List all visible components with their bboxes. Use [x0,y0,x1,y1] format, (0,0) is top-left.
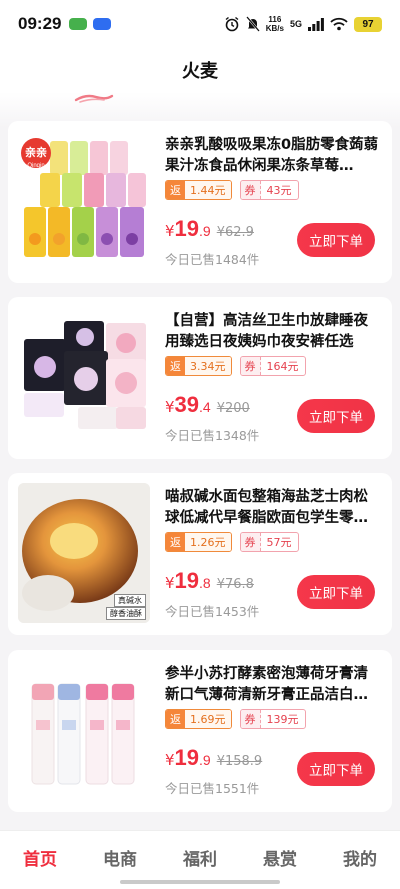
original-price: ¥158.9 [216,754,263,769]
product-card[interactable]: 亲亲 Qinqin 亲亲乳酸吸吸果冻0脂肪零食蒟蒻果汁冻食品休闲果冻条草莓… 返… [8,121,392,283]
signal-type: 5G [289,18,302,29]
status-time: 09:29 [18,14,62,33]
buy-now-button[interactable]: 立即下单 [297,223,375,257]
rebate-badge: 返 1.69元 [165,709,232,729]
status-indicators: 116 KB/s 5G 97 [224,15,382,33]
decorative-scribble [74,94,114,103]
tab-mine[interactable]: 我的 [343,845,377,889]
original-price: ¥62.9 [216,225,254,240]
product-title[interactable]: 亲亲乳酸吸吸果冻0脂肪零食蒟蒻果汁冻食品休闲果冻条草莓… [165,135,381,177]
price: ¥ 19 .8 ¥76.8 [165,568,254,593]
original-price: ¥76.8 [216,577,254,592]
wifi-icon [330,17,348,31]
coupon-badge: 券 139元 [239,709,306,729]
tab-home[interactable]: 首页 [23,845,57,889]
header: 火麦 [0,48,400,92]
product-card[interactable]: 参半小苏打酵素密泡薄荷牙膏清新口气薄荷清新牙膏正品洁白… 返 1.69元 券 139… [8,650,392,812]
product-tags: 返 1.44元 券 43元 [165,180,299,200]
price: ¥ 19 .9 ¥158.9 [165,745,263,770]
product-title[interactable]: 参半小苏打酵素密泡薄荷牙膏清新口气薄荷清新牙膏正品洁白… [165,664,381,706]
product-image-pads[interactable] [18,307,150,447]
battery-indicator: 97 [354,16,382,32]
coupon-badge: 券 57元 [239,532,299,552]
brand-logo-sub: Qinqin [27,163,44,169]
sold-count: 今日已售1551件 [165,781,260,796]
buy-now-button[interactable]: 立即下单 [297,575,375,609]
cellular-signal-icon [308,17,324,31]
image-label-alkaline: 真碱水 [114,594,146,607]
alarm-icon [225,16,239,32]
product-image-toothpaste[interactable] [18,660,150,800]
wechat-notification-icon [69,18,88,30]
product-card[interactable]: 【自营】高洁丝卫生巾放肆睡夜用臻选日夜姨妈巾夜安裤任选 返 3.34元 券 164元… [8,297,392,459]
buy-now-button[interactable]: 立即下单 [297,399,375,433]
coupon-badge: 券 43元 [239,180,299,200]
product-tags: 返 3.34元 券 164元 [165,356,306,376]
net-speed: 116 KB/s [265,15,284,33]
price: ¥ 19 .9 ¥62.9 [165,216,254,241]
brand-logo-text: 亲亲 [25,145,47,159]
product-image-bread[interactable]: 真碱水 醇香油酥 [18,483,150,623]
product-card[interactable]: 真碱水 醇香油酥 喵叔碱水面包整箱海盐芝士肉松球低减代早餐脂欧面包学生零… 返1… [8,473,392,635]
product-title[interactable]: 喵叔碱水面包整箱海盐芝士肉松球低减代早餐脂欧面包学生零… [165,487,381,529]
jelly-pouches-image: 亲亲 Qinqin [18,131,150,271]
coupon-badge: 券 164元 [239,356,306,376]
page-title: 火麦 [182,61,218,82]
rebate-badge: 返 1.26元 [165,532,232,552]
sold-count: 今日已售1348件 [165,428,260,443]
original-price: ¥200 [216,401,250,416]
app-notification-icon [93,18,112,30]
rebate-badge: 返 1.44元 [165,180,232,200]
product-title[interactable]: 【自营】高洁丝卫生巾放肆睡夜用臻选日夜姨妈巾夜安裤任选 [165,311,381,353]
status-bar: 09:29 116 KB/s 5G 97 [0,0,400,48]
toothpaste-tubes-image [18,660,150,800]
product-tags: 返 1.69元 券 139元 [165,709,306,729]
product-tags: 返 1.26元 券 57元 [165,532,299,552]
sanitary-pads-image [18,307,150,447]
rebate-badge: 返 3.34元 [165,356,232,376]
sold-count: 今日已售1453件 [165,604,260,619]
product-image-jelly[interactable]: 亲亲 Qinqin [18,131,150,271]
home-indicator[interactable] [120,880,280,884]
sold-count: 今日已售1484件 [165,252,260,267]
image-label-crisp: 醇香油酥 [106,607,146,620]
status-app-icons [69,18,112,30]
mute-bell-icon [245,16,260,32]
price: ¥ 39 .4 ¥200 [165,392,250,417]
buy-now-button[interactable]: 立即下单 [297,752,375,786]
